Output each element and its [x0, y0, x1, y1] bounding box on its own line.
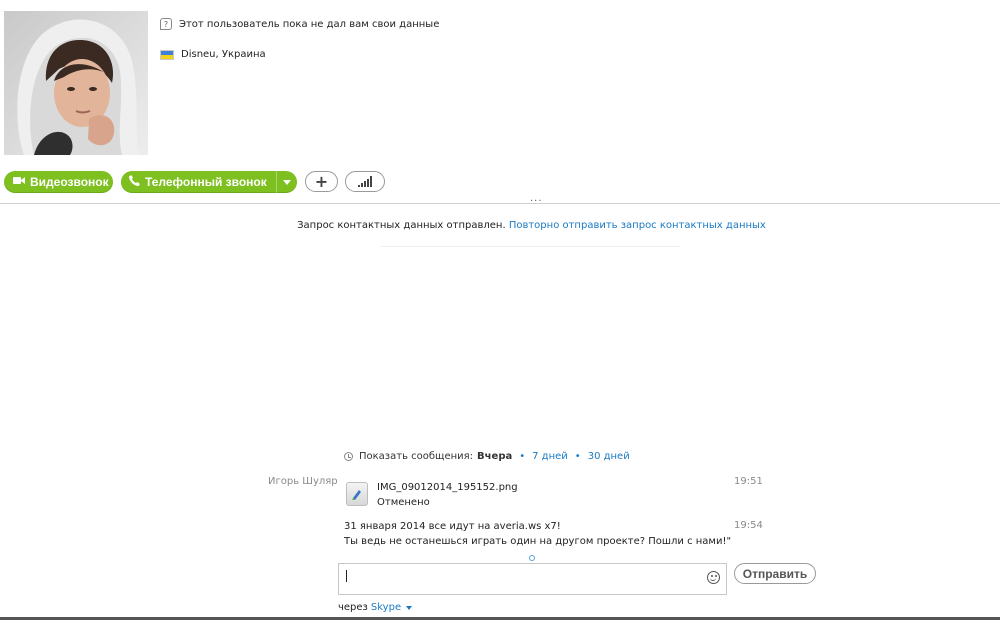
history-label: Показать сообщения: — [359, 451, 474, 462]
typing-indicator-icon — [529, 555, 535, 561]
separator-dot: • — [574, 451, 581, 462]
question-icon: ? — [160, 18, 172, 30]
video-call-label: Видеозвонок — [30, 175, 109, 189]
header-divider — [0, 203, 1000, 204]
phone-call-dropdown[interactable] — [276, 171, 297, 193]
status-row: ? Этот пользователь пока не дал вам свои… — [160, 18, 439, 30]
flag-icon — [160, 49, 174, 60]
chevron-down-icon — [283, 179, 291, 185]
message-sender: Игорь Шуляр — [268, 476, 338, 487]
status-text: Этот пользователь пока не дал вам свои д… — [179, 18, 440, 30]
plus-icon: + — [314, 171, 329, 191]
location-text: Disneu, Украина — [181, 49, 266, 60]
send-via: через Skype — [338, 602, 413, 613]
signal-bars-icon — [358, 176, 372, 187]
history-7-days[interactable]: 7 дней — [532, 451, 568, 462]
contact-request-notice: Запрос контактных данных отправлен. Повт… — [0, 220, 1000, 231]
video-call-button[interactable]: Видеозвонок — [4, 171, 113, 193]
emoticon-icon[interactable] — [707, 571, 720, 584]
phone-call-button[interactable]: Телефонный звонок — [121, 171, 297, 193]
history-30-days[interactable]: 30 дней — [588, 451, 630, 462]
message-time: 19:54 — [734, 520, 763, 531]
file-status: Отменено — [377, 497, 430, 508]
notice-divider — [380, 246, 680, 247]
phone-icon — [129, 175, 140, 189]
separator-dot: • — [519, 451, 526, 462]
chevron-down-icon[interactable] — [406, 605, 413, 610]
via-prefix: через — [338, 602, 368, 613]
call-quality-button[interactable] — [345, 171, 385, 192]
text-cursor — [346, 570, 347, 582]
file-name[interactable]: IMG_09012014_195152.png — [377, 480, 518, 495]
add-button[interactable]: + — [305, 171, 338, 192]
send-button[interactable]: Отправить — [734, 563, 816, 584]
message-line: Ты ведь не останешься играть один на дру… — [344, 536, 732, 547]
video-camera-icon — [13, 176, 25, 188]
message-line: 31 января 2014 все идут на averia.ws x7! — [344, 521, 561, 532]
via-service-link[interactable]: Skype — [371, 602, 401, 613]
message-time: 19:51 — [734, 476, 763, 487]
text-message: 31 января 2014 все идут на averia.ws x7!… — [344, 519, 731, 549]
phone-call-label: Телефонный звонок — [145, 175, 267, 189]
clock-icon — [344, 452, 353, 461]
history-filter: Показать сообщения: Вчера • 7 дней • 30 … — [344, 451, 630, 462]
avatar — [4, 11, 148, 155]
message-input[interactable] — [338, 563, 727, 595]
file-icon[interactable] — [346, 482, 368, 506]
file-message: IMG_09012014_195152.png Отменено — [377, 480, 518, 510]
avatar-photo — [4, 11, 148, 155]
resend-request-link[interactable]: Повторно отправить запрос контактных дан… — [509, 220, 766, 231]
history-current[interactable]: Вчера — [477, 451, 512, 462]
location-row: Disneu, Украина — [160, 49, 266, 60]
request-sent-text: Запрос контактных данных отправлен. — [297, 220, 506, 231]
